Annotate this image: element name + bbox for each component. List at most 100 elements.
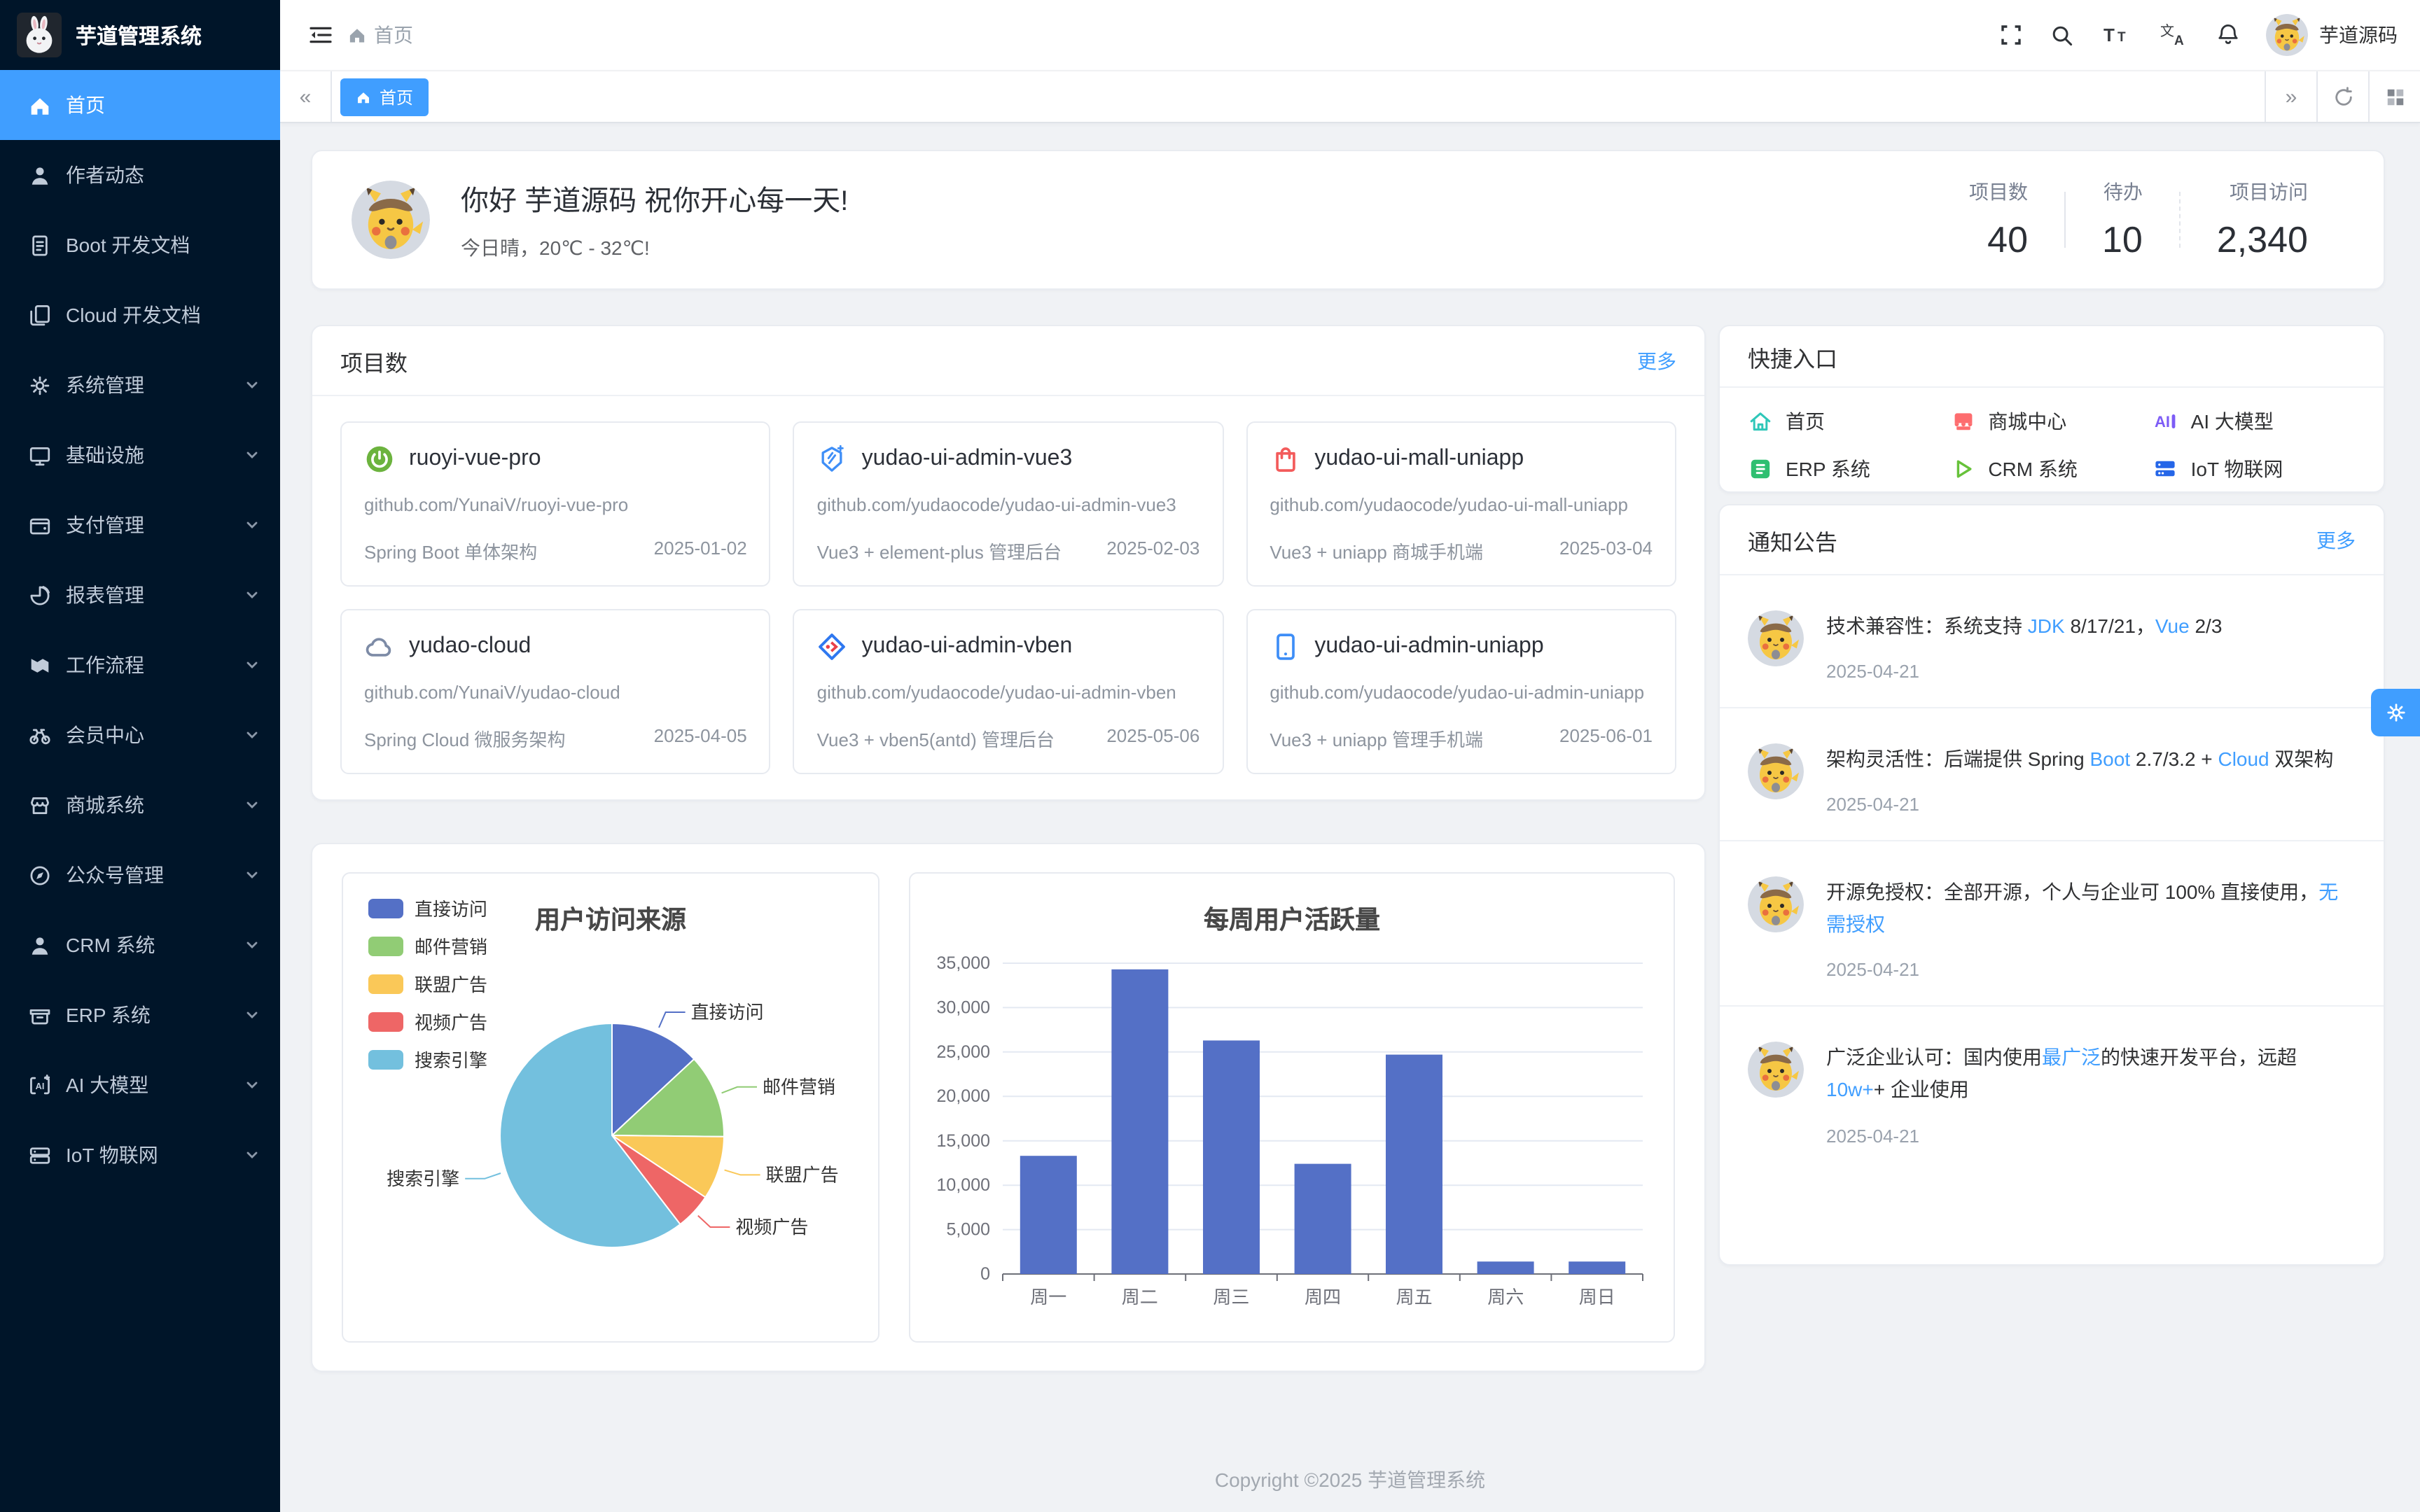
project-url[interactable]: github.com/yudaocode/yudao-ui-admin-unia… xyxy=(1270,680,1653,707)
project-desc: Spring Boot 单体架构 xyxy=(364,538,537,564)
project-tile[interactable]: yudao-ui-admin-vue3github.com/yudaocode/… xyxy=(793,421,1224,587)
sidebar: 芋道管理系统 首页作者动态Boot 开发文档Cloud 开发文档系统管理基础设施… xyxy=(0,0,280,1512)
project-desc: Vue3 + element-plus 管理后台 xyxy=(817,538,1062,564)
chevron-down-icon xyxy=(244,1007,260,1023)
sidebar-item-copy-document[interactable]: Cloud 开发文档 xyxy=(0,280,280,350)
project-url[interactable]: github.com/yudaocode/yudao-ui-admin-vben xyxy=(817,680,1200,707)
notices-more-link[interactable]: 更多 xyxy=(2316,526,2356,554)
tab-home[interactable]: 首页 xyxy=(340,78,429,115)
legend-swatch xyxy=(368,1049,403,1069)
shortcut-sc-mall[interactable]: 商城中心 xyxy=(1950,402,2153,441)
sidebar-item-document[interactable]: Boot 开发文档 xyxy=(0,210,280,280)
projects-more-link[interactable]: 更多 xyxy=(1637,346,1676,374)
project-tile[interactable]: ruoyi-vue-progithub.com/YunaiV/ruoyi-vue… xyxy=(340,421,771,587)
notice-item[interactable]: 架构灵活性：后端提供 Spring Boot 2.7/3.2 + Cloud 双… xyxy=(1720,708,2384,841)
chevron-down-icon xyxy=(244,937,260,953)
search-icon[interactable] xyxy=(2039,16,2085,54)
notice-title: 广泛企业认可：国内使用最广泛的快速开发平台，远超 10w++ 企业使用 xyxy=(1826,1042,2356,1107)
sidebar-item-home[interactable]: 首页 xyxy=(0,70,280,140)
svg-text:T: T xyxy=(2103,24,2115,46)
chevron-down-icon xyxy=(244,727,260,743)
bell-icon[interactable] xyxy=(2204,15,2252,55)
legend-item[interactable]: 搜索引擎 xyxy=(368,1046,487,1072)
sidebar-item-monitor[interactable]: 基础设施 xyxy=(0,420,280,490)
refresh-icon xyxy=(2332,86,2353,107)
sidebar-item-user[interactable]: 作者动态 xyxy=(0,140,280,210)
legend-swatch xyxy=(368,1011,403,1031)
legend-item[interactable]: 视频广告 xyxy=(368,1008,487,1035)
sidebar-item-iot-server[interactable]: IoT 物联网 xyxy=(0,1120,280,1190)
sidebar-item-compass[interactable]: 公众号管理 xyxy=(0,840,280,910)
project-url[interactable]: github.com/yudaocode/yudao-ui-mall-uniap… xyxy=(1270,493,1653,519)
notice-avatar xyxy=(1748,1042,1804,1146)
user-menu[interactable]: 芋道源码 xyxy=(2266,14,2398,56)
app-logo[interactable]: 芋道管理系统 xyxy=(0,0,280,70)
sidebar-item-bicycle[interactable]: 会员中心 xyxy=(0,700,280,770)
shortcut-sc-home[interactable]: 首页 xyxy=(1748,402,1950,441)
document-icon xyxy=(28,233,52,257)
tab-refresh-button[interactable] xyxy=(2316,71,2368,122)
notice-title: 架构灵活性：后端提供 Spring Boot 2.7/3.2 + Cloud 双… xyxy=(1826,743,2356,776)
project-tile[interactable]: yudao-ui-admin-uniappgithub.com/yudaocod… xyxy=(1246,609,1676,774)
font-size-icon[interactable]: TT xyxy=(2091,17,2143,53)
sidebar-item-chart-pie[interactable]: 报表管理 xyxy=(0,560,280,630)
shortcut-sc-erp[interactable]: ERP 系统 xyxy=(1748,449,1950,489)
notice-item[interactable]: 广泛企业认可：国内使用最广泛的快速开发平台，远超 10w++ 企业使用2025-… xyxy=(1720,1007,2384,1171)
settings-float-button[interactable] xyxy=(2371,689,2420,736)
navbar-actions: TT 文A 芋道源码 xyxy=(1989,14,2398,56)
bar-chart-title: 每周用户活跃量 xyxy=(910,900,1674,937)
project-url[interactable]: github.com/YunaiV/yudao-cloud xyxy=(364,680,747,707)
shortcut-sc-ai[interactable]: AIAI 大模型 xyxy=(2153,402,2356,441)
chevron-down-icon xyxy=(244,797,260,813)
shortcut-sc-crm[interactable]: CRM 系统 xyxy=(1950,449,2153,489)
stat-visits: 项目访问 2,340 xyxy=(2181,178,2344,262)
project-url[interactable]: github.com/YunaiV/ruoyi-vue-pro xyxy=(364,493,747,519)
svg-text:直接访问: 直接访问 xyxy=(691,1002,764,1023)
sidebar-item-ai-model[interactable]: AIAI 大模型 xyxy=(0,1050,280,1120)
sc-erp-icon xyxy=(1748,456,1773,482)
svg-text:A: A xyxy=(2174,34,2184,48)
logo-rabbit-image xyxy=(17,13,62,57)
language-icon[interactable]: 文A xyxy=(2148,15,2199,55)
sidebar-item-workflow[interactable]: 工作流程 xyxy=(0,630,280,700)
project-date: 2025-04-05 xyxy=(654,724,747,751)
project-date: 2025-01-02 xyxy=(654,538,747,564)
notice-avatar xyxy=(1748,876,1804,980)
sidebar-item-shop[interactable]: 商城系统 xyxy=(0,770,280,840)
project-tile[interactable]: yudao-ui-admin-vbengithub.com/yudaocode/… xyxy=(793,609,1224,774)
svg-text:35,000: 35,000 xyxy=(937,953,990,973)
shortcut-sc-iot[interactable]: IoT 物联网 xyxy=(2153,449,2356,489)
svg-text:周六: 周六 xyxy=(1487,1287,1524,1308)
notice-item[interactable]: 开源免授权：全部开源，个人与企业可 100% 直接使用，无需授权2025-04-… xyxy=(1720,841,2384,1007)
sidebar-item-wallet[interactable]: 支付管理 xyxy=(0,490,280,560)
fullscreen-icon[interactable] xyxy=(1989,17,2033,53)
legend-item[interactable]: 邮件营销 xyxy=(368,932,487,959)
tabs-collapse-left-button[interactable]: « xyxy=(280,71,332,122)
main-area: 首页 TT 文A 芋道源码 « 首页 xyxy=(280,0,2420,1512)
legend-item[interactable]: 联盟广告 xyxy=(368,970,487,997)
sc-ai-icon: AI xyxy=(2153,409,2178,434)
svg-text:周一: 周一 xyxy=(1030,1287,1066,1308)
sidebar-item-takeaway-box[interactable]: ERP 系统 xyxy=(0,980,280,1050)
shortcuts-grid: 首页商城中心AIAI 大模型 ERP 系统CRM 系统IoT 物联网 xyxy=(1720,388,2384,493)
sc-crm-icon xyxy=(1950,456,1975,482)
sidebar-item-gear[interactable]: 系统管理 xyxy=(0,350,280,420)
welcome-avatar xyxy=(352,181,430,259)
tab-layout-button[interactable] xyxy=(2368,71,2420,122)
svg-text:视频广告: 视频广告 xyxy=(735,1217,808,1238)
notice-item[interactable]: 技术兼容性：系统支持 JDK 8/17/21，Vue 2/32025-04-21 xyxy=(1720,575,2384,708)
notices-card: 通知公告 更多 技术兼容性：系统支持 JDK 8/17/21，Vue 2/320… xyxy=(1718,504,2385,1266)
tabs-scroll-right-button[interactable]: » xyxy=(2265,71,2316,122)
project-tile[interactable]: yudao-ui-mall-uniappgithub.com/yudaocode… xyxy=(1246,421,1676,587)
breadcrumb[interactable]: 首页 xyxy=(347,21,413,49)
svg-text:周五: 周五 xyxy=(1396,1287,1433,1308)
sidebar-collapse-icon[interactable] xyxy=(302,17,339,53)
project-url[interactable]: github.com/yudaocode/yudao-ui-admin-vue3 xyxy=(817,493,1200,519)
project-tile[interactable]: yudao-cloudgithub.com/YunaiV/yudao-cloud… xyxy=(340,609,771,774)
workflow-icon xyxy=(28,653,52,677)
legend-item[interactable]: 直接访问 xyxy=(368,895,487,921)
pie-legend: 直接访问邮件营销联盟广告视频广告搜索引擎 xyxy=(368,895,487,1084)
shop-icon xyxy=(28,793,52,817)
gear-icon xyxy=(2384,701,2407,724)
sidebar-item-crm-user[interactable]: CRM 系统 xyxy=(0,910,280,980)
